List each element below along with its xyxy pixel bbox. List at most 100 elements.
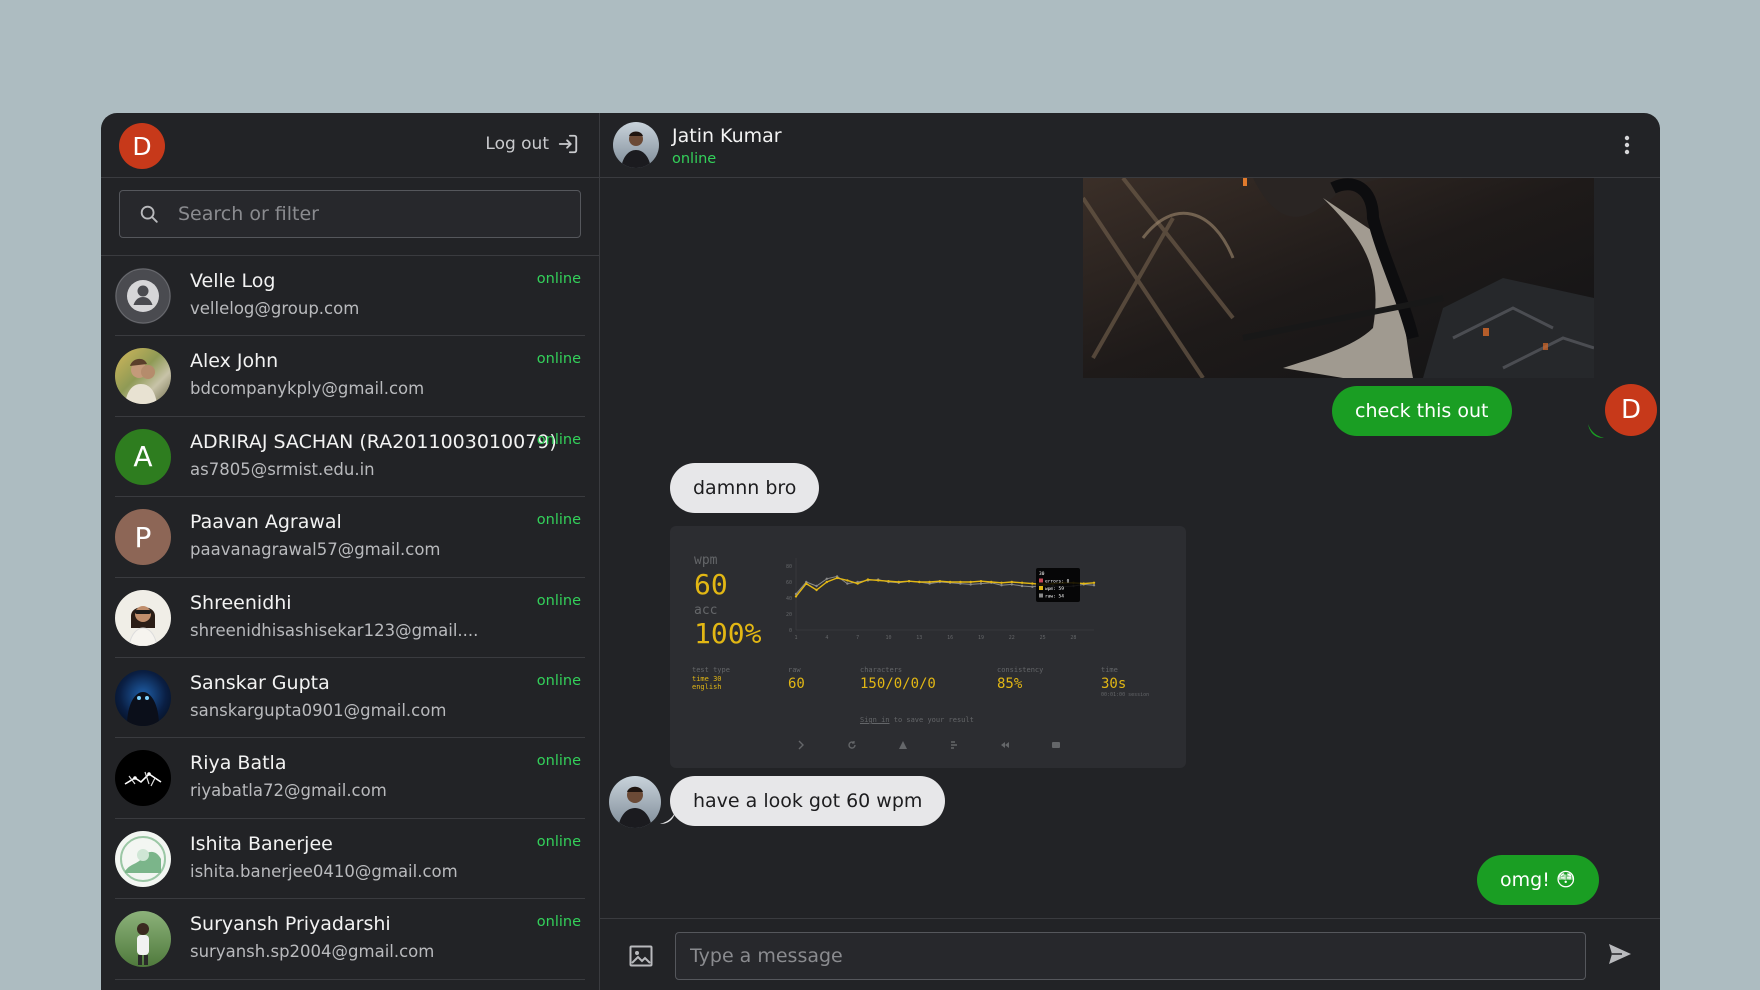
contact-item-suryansh-priyadarshi[interactable]: Suryansh Priyadarshi suryansh.sp2004@gma… (101, 899, 599, 980)
message-composer (600, 918, 1660, 990)
chart-x-tick-label: 4 (825, 635, 828, 641)
chart-point-wpm (887, 580, 890, 583)
chart-point-wpm (928, 580, 931, 584)
contact-item-alex-john[interactable]: Alex John bdcompanykply@gmail.com online (101, 336, 599, 418)
chart-point-raw (1010, 583, 1013, 586)
avatar (115, 750, 171, 807)
chart-x-tick-label: 1 (794, 635, 797, 641)
history-icon[interactable] (949, 740, 959, 750)
photo-avatar-icon (128, 605, 158, 646)
search-icon (140, 205, 158, 223)
bubble-tail (1588, 424, 1604, 438)
test-type-label: test type (692, 666, 730, 674)
raw-label: raw (788, 666, 801, 674)
avatar: P (115, 509, 171, 566)
contact-item-velle-log[interactable]: Velle Log vellelog@group.com online (101, 256, 599, 337)
restart-icon[interactable] (847, 740, 857, 750)
message-bubble-incoming[interactable]: damnn bro (670, 463, 820, 513)
peer-status: online (672, 151, 717, 167)
chat-app-window: D Log out Search or filter Velle Log vel… (101, 113, 1660, 990)
photo-avatar-icon (618, 786, 652, 828)
photo-avatar-icon (120, 835, 166, 882)
replay-icon[interactable] (1000, 740, 1010, 750)
sender-avatar-me[interactable]: D (1605, 384, 1657, 436)
chat-header: Jatin Kumar online (600, 113, 1660, 178)
contact-email: ishita.banerjee0410@gmail.com (190, 861, 458, 881)
contact-name: Paavan Agrawal (190, 511, 342, 534)
image-attach-icon[interactable] (629, 945, 653, 967)
chart-point-wpm (938, 580, 942, 583)
contact-status: online (536, 512, 581, 529)
message-bubble-outgoing[interactable]: check this out (1332, 386, 1512, 436)
chart-point-raw (825, 577, 829, 580)
contact-email: vellelog@group.com (190, 299, 360, 318)
chart-point-wpm (1000, 581, 1003, 584)
contact-status: online (536, 753, 581, 770)
contact-status: online (536, 431, 581, 448)
chart-point-wpm (794, 595, 798, 598)
time-label: time (1101, 666, 1118, 674)
contact-email: riyabatla72@gmail.com (190, 781, 387, 801)
message-bubble-incoming[interactable]: have a look got 60 wpm (670, 776, 946, 826)
chart-point-wpm (846, 579, 849, 582)
acc-value: 100% (694, 617, 762, 650)
message-bubble-outgoing[interactable]: omg! 😳 (1477, 855, 1599, 905)
contact-status: online (536, 833, 581, 850)
chart-point-wpm (825, 580, 829, 584)
chart-point-wpm (877, 579, 880, 582)
peer-avatar[interactable] (613, 122, 659, 168)
peer-name: Jatin Kumar (672, 125, 782, 147)
chart-point-wpm (856, 582, 859, 585)
chart-tooltip-text: wpm: 59 (1045, 586, 1064, 592)
contact-email: bdcompanykply@gmail.com (190, 379, 425, 399)
contact-status: online (536, 672, 581, 689)
warning-icon[interactable] (898, 740, 908, 750)
image-message-typing-result[interactable]: wpm 60 acc 100% 80 60 40 20 0 1 4 7 10 13 16 19 22 25… (670, 526, 1186, 768)
contact-name: Riya Batla (190, 752, 287, 775)
chart-point-wpm (918, 580, 921, 584)
chart-point-wpm (1082, 582, 1085, 585)
search-section (101, 178, 599, 256)
photo-avatar-icon (621, 131, 651, 168)
sign-in-link[interactable]: Sign in (860, 716, 890, 724)
logout-button[interactable]: Log out (485, 133, 579, 155)
more-options-icon[interactable] (1624, 135, 1630, 155)
next-test-icon[interactable] (796, 740, 806, 750)
contact-item-ishita-banerjee[interactable]: Ishita Banerjee ishita.banerjee0410@gmai… (101, 819, 599, 900)
contact-item-sanskar-gupta[interactable]: Sanskar Gupta sanskargupta0901@gmail.com… (101, 658, 599, 739)
contact-item-paavan-agrawal[interactable]: P Paavan Agrawal paavanagrawal57@gmail.c… (101, 497, 599, 578)
my-avatar[interactable]: D (119, 123, 165, 169)
image-message-artwork[interactable] (1083, 178, 1594, 378)
chart-tooltip-text: 30 (1039, 571, 1045, 577)
contact-item-adriraj-sachan[interactable]: A ADRIRAJ SACHAN (RA2011003010079) as780… (101, 417, 599, 498)
chart-tooltip-swatch (1039, 593, 1043, 598)
characters-value: 150/0/0/0 (860, 676, 936, 692)
photo-avatar-icon (127, 691, 159, 726)
contact-name: Suryansh Priyadarshi (190, 913, 391, 936)
sender-avatar-peer[interactable] (609, 776, 661, 828)
screenshot-icon[interactable] (1051, 740, 1061, 750)
chart-point-raw (846, 582, 849, 585)
chart-point-wpm (866, 578, 870, 581)
chart-point-wpm (815, 588, 818, 592)
default-user-icon (115, 268, 171, 324)
avatar: A (115, 428, 171, 485)
contact-status: online (536, 271, 581, 287)
chart-tooltip-swatch (1039, 578, 1043, 583)
search-box (119, 190, 581, 238)
chart-point-wpm (907, 580, 911, 583)
message-input[interactable] (675, 932, 1586, 980)
wpm-label: wpm (694, 553, 718, 568)
chart-y-tick-label: 80 (786, 564, 792, 570)
contact-item-shreenidhi[interactable]: Shreenidhi shreenidhisashisekar123@gmail… (101, 578, 599, 659)
photo-avatar-icon (137, 923, 149, 966)
contact-item-riya-batla[interactable]: Riya Batla riyabatla72@gmail.com online (101, 738, 599, 820)
chart-point-wpm (1020, 581, 1024, 584)
chart-point-raw (1000, 584, 1003, 587)
chart-x-tick-label: 10 (885, 635, 891, 641)
chart-point-raw (815, 584, 818, 588)
chart-y-tick-label: 40 (786, 596, 792, 602)
send-icon[interactable] (1608, 943, 1632, 965)
avatar (115, 268, 171, 324)
search-input[interactable] (178, 203, 558, 225)
